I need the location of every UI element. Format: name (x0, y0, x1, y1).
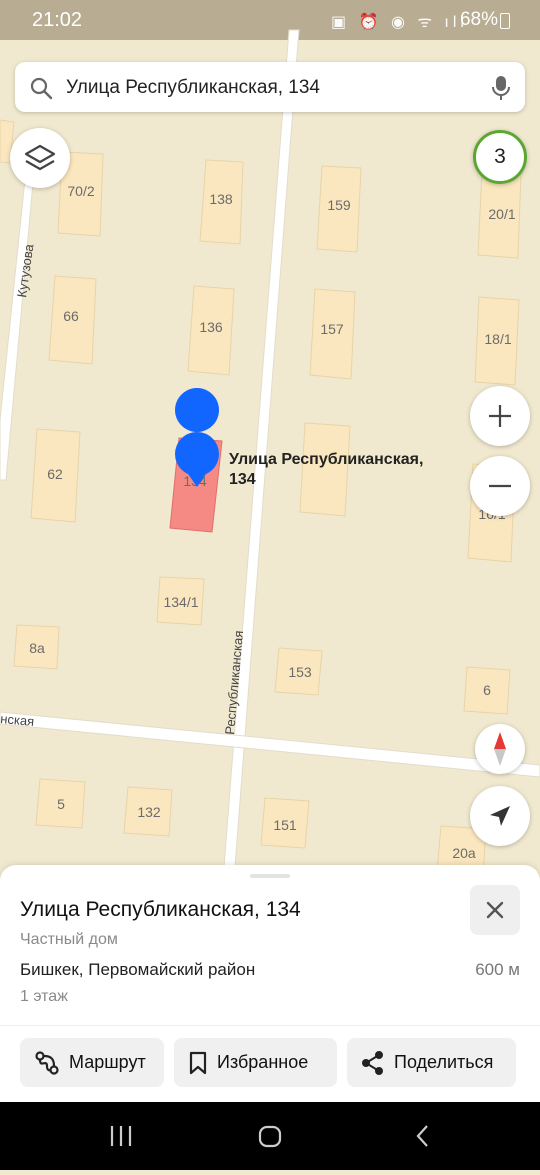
label-134-1: 134/1 (163, 594, 198, 610)
label-62: 62 (47, 466, 63, 482)
pin-label: Улица Республиканская, 134 (229, 450, 423, 490)
street-cross (0, 711, 540, 778)
search-bar[interactable]: Улица Республиканская, 134 (15, 62, 525, 112)
navigation-arrow-icon (490, 806, 510, 826)
place-floors: 1 этаж (20, 988, 68, 1005)
battery-percent: 68% (459, 9, 498, 30)
label-153: 153 (288, 664, 312, 680)
pin-label-line2: 134 (229, 471, 256, 488)
sheet-handle[interactable] (250, 874, 290, 878)
close-button[interactable] (470, 885, 520, 935)
close-icon (486, 901, 504, 919)
label-18-1: 18/1 (484, 331, 511, 347)
place-card[interactable]: Улица Республиканская, 134 Частный дом Б… (0, 865, 540, 1102)
status-bar: 21:02 ▣ ⏰ ◉ ᯤ ıll 68% (0, 0, 540, 40)
battery-icon (500, 13, 510, 29)
label-132: 132 (137, 804, 161, 820)
label-157: 157 (320, 321, 344, 337)
place-distance: 600 м (475, 960, 520, 979)
compass-icon (494, 732, 506, 766)
zoom-in-button[interactable] (470, 386, 530, 446)
search-icon (30, 77, 53, 100)
label-20a: 20а (452, 845, 476, 861)
place-address: Бишкек, Первомайский район (20, 960, 256, 979)
pin-label-line1: Улица Республиканская, (229, 451, 424, 468)
label-8a: 8а (29, 640, 45, 656)
back-icon[interactable] (416, 1125, 428, 1147)
label-5: 5 (57, 796, 65, 812)
label-66: 66 (63, 308, 79, 324)
share-icon (362, 1050, 383, 1075)
minus-icon (489, 484, 511, 488)
label-136: 136 (199, 319, 223, 335)
label-159: 159 (327, 197, 351, 213)
bookmark-icon (189, 1051, 207, 1074)
label-20-1: 20/1 (488, 206, 515, 222)
favorite-button[interactable]: Избранное (174, 1038, 337, 1087)
share-button[interactable]: Поделиться (347, 1038, 516, 1087)
compass-button[interactable] (475, 724, 525, 774)
status-icons: ▣ ⏰ ◉ ᯤ ıll (331, 14, 468, 31)
share-button-label: Поделиться (394, 1052, 494, 1072)
label-138: 138 (209, 191, 233, 207)
zoom-out-button[interactable] (470, 456, 530, 516)
label-70-2: 70/2 (67, 183, 94, 199)
route-button-label: Маршрут (69, 1052, 146, 1072)
favorite-button-label: Избранное (217, 1052, 309, 1072)
recent-apps-icon[interactable] (110, 1126, 132, 1146)
place-type: Частный дом (20, 931, 118, 948)
street-kutuzova (0, 149, 37, 481)
results-count-badge[interactable]: 3 (473, 130, 527, 184)
label-151: 151 (273, 817, 297, 833)
system-nav-bar (0, 1102, 540, 1170)
status-time: 21:02 (32, 9, 83, 31)
layers-icon (24, 144, 56, 171)
place-title: Улица Республиканская, 134 (20, 898, 301, 921)
route-icon (35, 1050, 59, 1075)
map-canvas[interactable]: 70/2 138 159 20/1 66 136 157 18/1 62 134… (0, 0, 540, 880)
route-button[interactable]: Маршрут (20, 1038, 164, 1087)
results-count: 3 (494, 145, 506, 168)
system-nav-icons (110, 1125, 428, 1148)
plus-icon (489, 405, 511, 427)
mic-icon[interactable] (491, 75, 511, 101)
street-label-left: нская (0, 711, 35, 729)
home-icon[interactable] (258, 1125, 282, 1148)
map-view[interactable]: 70/2 138 159 20/1 66 136 157 18/1 62 134… (0, 0, 540, 880)
my-location-button[interactable] (470, 786, 530, 846)
layers-button[interactable] (10, 128, 70, 188)
sheet-divider (0, 1025, 540, 1026)
label-6: 6 (483, 682, 491, 698)
search-input[interactable]: Улица Республиканская, 134 (66, 77, 320, 99)
